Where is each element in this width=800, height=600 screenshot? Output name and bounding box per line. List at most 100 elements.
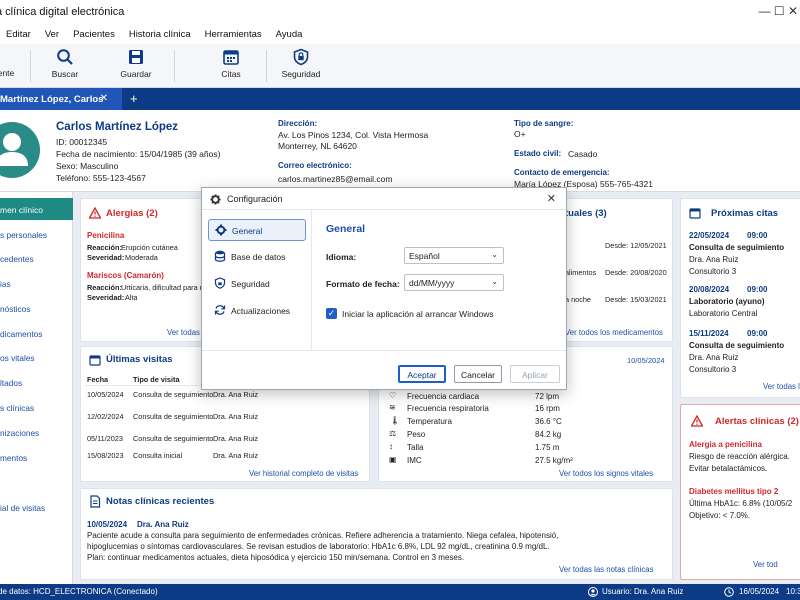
visit-type: Consulta de seguimiento [133,412,214,421]
menu-historia-clinica[interactable]: Historia clínica [129,29,191,40]
vital-value: 36.6 °C [535,417,562,426]
patient-id: ID: 00012345 [56,137,108,147]
sidebar-item-medicamentos[interactable]: dicamentos [0,329,42,339]
note-text-line: hipoglucemias o síntomas cardiovasculare… [87,542,550,551]
cancel-button[interactable]: Cancelar [454,365,502,383]
appointment-doctor: Dra. Ana Ruiz [689,353,739,362]
settings-nav-general[interactable]: General [208,219,306,241]
address-label: Dirección: [278,119,318,128]
apply-button[interactable]: Aplicar [510,365,560,383]
tab-close-icon[interactable]: ✕ [100,93,108,104]
search-button[interactable]: Buscar [46,48,84,79]
shield-lock-icon [214,277,226,289]
sidebar-item-notas-clinicas[interactable]: s clínicas [0,403,34,413]
appointments-button[interactable]: Citas [216,48,246,79]
appointment-type: Laboratorio (ayuno) [689,297,765,306]
sidebar-item-resumen-clinico[interactable]: men clínico [0,198,73,220]
patient-dob: Fecha de nacimiento: 15/04/1985 (39 años… [56,149,221,159]
status-date: 16/05/2024 [739,587,780,596]
save-button[interactable]: Guardar [116,48,156,79]
startup-checkbox-label[interactable]: Iniciar la aplicación al arrancar Window… [342,309,494,319]
language-select[interactable]: Español ⌄ [404,247,504,264]
vital-label: IMC [407,456,422,465]
startup-checkbox[interactable]: ✓ [326,308,337,319]
search-icon [57,49,73,65]
clinical-alerts-title: Alertas clínicas (2) [715,416,799,427]
alert-line: Última HbA1c: 6.8% (10/05/2 [689,499,793,508]
medications-title: tuales (3) [565,208,607,219]
new-tab-button[interactable]: + [130,91,138,106]
view-all-visits-link[interactable]: Ver historial completo de visitas [249,469,358,478]
sidebar-item-historial-visitas[interactable]: ial de visitas [0,503,45,513]
settings-nav-database[interactable]: Base de datos [208,246,306,268]
dialog-close-icon[interactable]: ✕ [547,192,556,205]
menu-ayuda[interactable]: Ayuda [276,29,303,40]
sidebar-item-alergias[interactable]: ias [0,279,11,289]
db-status: de datos: HCD_ELECTRONICA (Conectado) [0,587,158,596]
medication-since: Desde: 20/08/2020 [605,268,667,277]
vital-icon: ≋ [389,403,396,412]
sidebar-item-antecedentes[interactable]: cedentes [0,254,34,264]
clock-icon [724,587,734,597]
menu-ver[interactable]: Ver [45,29,59,40]
view-all-notes-link[interactable]: Ver todas las notas clínicas [559,565,653,574]
settings-nav-updates[interactable]: Actualizaciones [208,300,306,322]
accept-button[interactable]: Aceptar [398,365,446,383]
allergies-title: Alergias (2) [106,208,158,219]
vital-label: Peso [407,430,426,439]
medication-row-text: a noche [565,295,591,304]
sidebar-item-signos-vitales[interactable]: os vitales [0,353,35,363]
address-line-1: Av. Los Pinos 1234, Col. Vista Hermosa [278,130,429,140]
warning-icon [691,415,703,427]
alert-line: Evitar betalactámicos. [689,464,768,473]
toolbar-separator [30,50,31,82]
title-bar: a clínica digital electrónica — ☐ ✕ [0,0,800,24]
status-time: 10:3 [786,587,800,596]
blood-type-value: O+ [514,129,526,139]
civil-status-label: Estado civil: [514,149,562,158]
shield-lock-icon [293,48,309,66]
toolbar-separator [266,50,267,82]
view-all-medications-link[interactable]: Ver todos los medicamentos [565,328,663,337]
sidebar-item-documentos[interactable]: mentos [0,453,27,463]
menu-editar[interactable]: Editar [6,29,31,40]
view-all-alerts-link[interactable]: Ver tod [753,560,778,569]
note-date: 10/05/2024 [87,520,128,529]
visit-date: 05/11/2023 [87,434,123,443]
visit-date: 10/05/2024 [87,390,124,399]
sidebar-item-inmunizaciones[interactable]: nizaciones [0,428,39,438]
vital-label: Frecuencia respiratoria [407,404,489,413]
settings-section-title: General [326,223,366,235]
view-all-vitals-link[interactable]: Ver todos los signos vitales [559,469,653,478]
menu-pacientes[interactable]: Pacientes [73,29,115,40]
toolbar: ente Buscar Guardar Citas Seguridad [0,44,800,88]
window-controls[interactable]: — ☐ ✕ [759,4,798,18]
patient-header: Carlos Martínez López ID: 00012345 Fecha… [0,110,800,192]
date-format-select[interactable]: dd/MM/yyyy ⌄ [404,274,504,291]
security-button[interactable]: Seguridad [280,48,322,79]
sidebar-item-datos-personales[interactable]: s personales [0,230,47,240]
sidebar-item-diagnosticos[interactable]: nósticos [0,304,30,314]
view-all-appointments-link[interactable]: Ver todas l [763,382,800,391]
allergy-reaction: Urticaria, dificultad para re [121,283,207,292]
note-text-line: Paciente acude a consulta para seguimien… [87,531,559,540]
alert-title: Alergia a penicilina [689,440,762,449]
patient-phone: Teléfono: 555-123-4567 [56,173,146,183]
refresh-icon [214,305,226,315]
visits-header-date: Fecha [87,375,109,384]
vital-icon: ↕ [389,442,393,451]
allergy-severity-label: Severidad: [87,293,125,302]
menu-herramientas[interactable]: Herramientas [205,29,262,40]
tab-patient[interactable]: Martínez López, Carlos ✕ [0,88,122,110]
settings-nav-security[interactable]: Seguridad [208,273,306,295]
sidebar-item-resultados[interactable]: ltados [0,378,22,388]
visit-date: 15/08/2023 [87,451,124,460]
allergy-name: Mariscos (Camarón) [87,271,164,280]
toolbar-new-button[interactable]: ente [0,48,18,78]
patient-avatar [0,122,40,178]
emergency-contact-label: Contacto de emergencia: [514,168,610,177]
vital-value: 84.2 kg [535,430,562,439]
date-format-label: Formato de fecha: [326,279,400,289]
menu-bar: Editar Ver Pacientes Historia clínica He… [0,24,800,44]
view-all-allergies-link[interactable]: Ver todas l [167,328,204,337]
